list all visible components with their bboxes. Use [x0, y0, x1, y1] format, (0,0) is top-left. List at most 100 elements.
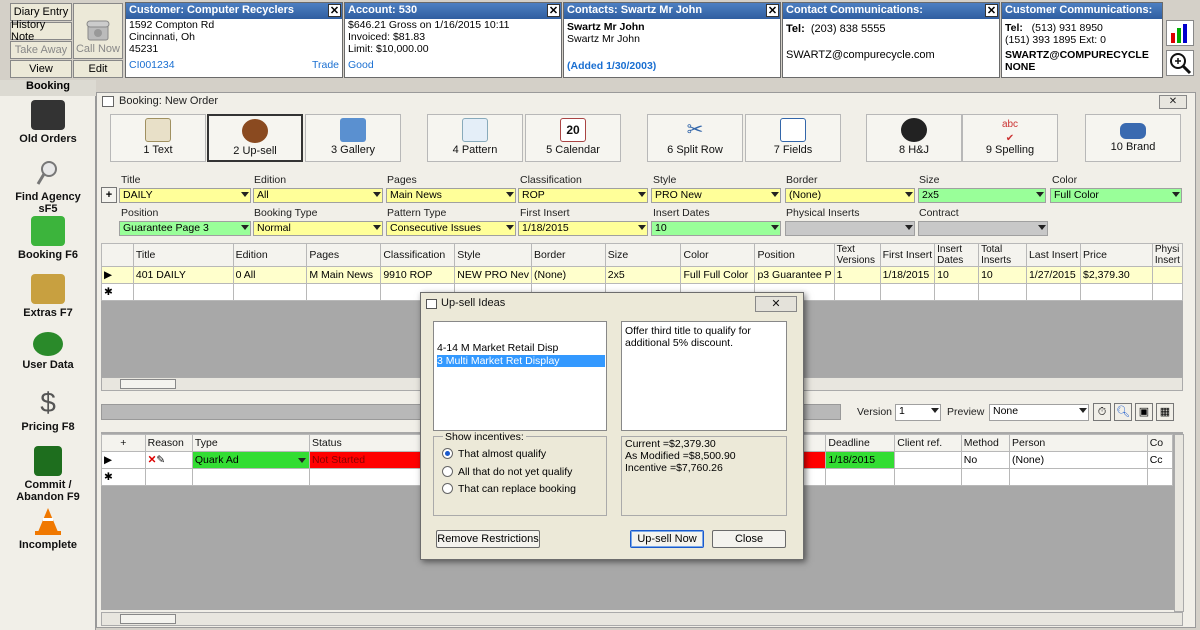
physical-inserts-select[interactable] — [785, 221, 915, 236]
table-cell[interactable]: 1/27/2015 — [1025, 266, 1082, 284]
column-header[interactable]: Reason — [144, 434, 193, 452]
preview-select[interactable]: None — [989, 404, 1089, 421]
column-header[interactable]: Type — [191, 434, 310, 452]
person-cell[interactable]: (None) — [1008, 451, 1148, 469]
toolbar-upsell-button[interactable]: 2 Up-sell — [207, 114, 303, 162]
table-cell[interactable]: Full Full Color — [680, 266, 756, 284]
toolbar-brand-button[interactable]: 10 Brand — [1085, 114, 1181, 162]
border-select[interactable]: (None) — [785, 188, 915, 203]
column-header[interactable]: Edition — [232, 243, 308, 267]
insert-dates-select[interactable]: 10 — [651, 221, 781, 236]
table-cell[interactable]: 401 DAILY — [132, 266, 234, 284]
table-cell[interactable]: p3 Guarantee P — [754, 266, 835, 284]
horizontal-scrollbar[interactable] — [101, 612, 1183, 626]
customer-id[interactable]: CI001234 — [129, 59, 175, 71]
sidebar-item-incomplete[interactable]: Incomplete — [0, 506, 96, 551]
client-ref-cell[interactable] — [894, 451, 962, 469]
first-insert-select[interactable]: 1/18/2015 — [518, 221, 648, 236]
toolbar-pattern-button[interactable]: 4 Pattern — [427, 114, 523, 162]
table-cell[interactable]: 2x5 — [604, 266, 682, 284]
table-cell[interactable]: 1/18/2015 — [879, 266, 936, 284]
zoom-icon[interactable] — [1166, 50, 1194, 76]
edit-icon[interactable]: ✎ — [156, 454, 165, 466]
view-button[interactable]: View — [10, 60, 72, 78]
method-cell[interactable]: No — [960, 451, 1010, 469]
dialog-close-icon[interactable]: ✕ — [755, 296, 797, 312]
add-production-button[interactable]: + — [101, 434, 146, 452]
contract-select[interactable] — [918, 221, 1048, 236]
column-header[interactable]: Insert Dates — [934, 243, 980, 267]
customer-email[interactable]: SWARTZ@COMPURECYCLE — [1002, 49, 1162, 61]
color-select[interactable]: Full Color — [1050, 188, 1182, 203]
table-cell[interactable] — [1151, 266, 1184, 284]
booking-type-select[interactable]: Normal — [253, 221, 383, 236]
table-cell[interactable]: 10 — [978, 266, 1027, 284]
column-header[interactable]: Classification — [380, 243, 456, 267]
close-icon[interactable]: ✕ — [985, 4, 998, 17]
scrollbar-thumb[interactable] — [120, 614, 176, 624]
deadline-cell[interactable]: 1/18/2015 — [825, 451, 896, 469]
column-header[interactable]: Title — [132, 243, 234, 267]
toolbar-calendar-button[interactable]: 20 5 Calendar — [525, 114, 621, 162]
document-icon[interactable]: ▣ — [1135, 403, 1153, 421]
close-icon[interactable]: ✕ — [328, 4, 341, 17]
table-cell[interactable]: 9910 ROP — [380, 266, 456, 284]
sidebar-item-find-agency[interactable]: Find Agency sF5 — [0, 158, 96, 215]
upsell-list[interactable] — [433, 321, 607, 431]
column-header[interactable]: Border — [531, 243, 606, 267]
style-select[interactable]: PRO New — [651, 188, 781, 203]
column-header[interactable]: Text Versions — [833, 243, 881, 267]
column-header[interactable]: Last Insert — [1025, 243, 1082, 267]
search-icon[interactable]: 🔍︎ — [1114, 403, 1132, 421]
co-cell[interactable]: Cc — [1146, 451, 1174, 469]
edition-select[interactable]: All — [253, 188, 383, 203]
column-header[interactable]: Position — [754, 243, 835, 267]
grid-icon[interactable]: ▦ — [1156, 403, 1174, 421]
sidebar-item-pricing[interactable]: $ Pricing F8 — [0, 388, 96, 434]
radio-almost-qualify[interactable]: That almost qualify — [442, 448, 546, 460]
column-header[interactable]: Person — [1008, 434, 1148, 452]
column-header[interactable]: Client ref. — [894, 434, 962, 452]
table-cell[interactable]: 1 — [833, 266, 881, 284]
sidebar-item-old-orders[interactable]: Old Orders — [0, 100, 96, 145]
column-header[interactable]: Color — [680, 243, 756, 267]
table-cell[interactable]: M Main News — [306, 266, 382, 284]
close-button[interactable]: Close — [712, 530, 786, 548]
toolbar-hj-button[interactable]: 8 H&J — [866, 114, 962, 162]
sidebar-item-commit[interactable]: Commit / Abandon F9 — [0, 446, 96, 503]
upsell-list-item[interactable]: 4-14 M Market Retail Disp — [437, 342, 605, 354]
column-header[interactable]: Deadline — [825, 434, 896, 452]
column-header[interactable]: Physi Insert — [1151, 243, 1184, 267]
upsell-list-item-selected[interactable]: 3 Multi Market Ret Display — [437, 355, 605, 367]
position-select[interactable]: Guarantee Page 3 — [119, 221, 251, 236]
table-cell[interactable]: 10 — [934, 266, 980, 284]
close-icon[interactable]: ✕ — [547, 4, 560, 17]
column-header[interactable]: Price — [1080, 243, 1153, 267]
remove-restrictions-button[interactable]: Remove Restrictions — [436, 530, 540, 548]
sidebar-item-booking[interactable]: Booking F6 — [0, 216, 96, 261]
edit-button[interactable]: Edit — [73, 60, 123, 78]
call-now-button[interactable]: Call Now — [73, 3, 123, 59]
column-header[interactable]: Size — [604, 243, 682, 267]
reason-icons[interactable]: ✕✎ — [144, 451, 193, 469]
title-select[interactable]: DAILY — [119, 188, 251, 203]
table-row[interactable]: ▶ 401 DAILY 0 All M Main News 9910 ROP N… — [101, 266, 1184, 284]
toolbar-gallery-button[interactable]: 3 Gallery — [305, 114, 401, 162]
history-note-button[interactable]: History Note — [10, 19, 72, 43]
vertical-scrollbar[interactable] — [1174, 434, 1184, 612]
column-header[interactable]: Co — [1146, 434, 1174, 452]
radio-replace-booking[interactable]: That can replace booking — [442, 483, 576, 495]
pages-select[interactable]: Main News — [386, 188, 516, 203]
add-row-button[interactable]: + — [101, 187, 117, 203]
pattern-type-select[interactable]: Consecutive Issues — [386, 221, 516, 236]
sidebar-item-user-data[interactable]: User Data — [0, 332, 96, 371]
column-header[interactable]: Style — [454, 243, 533, 267]
sidebar-item-extras[interactable]: Extras F7 — [0, 274, 96, 319]
take-away-button[interactable]: Take Away — [10, 41, 72, 59]
version-select[interactable]: 1 — [895, 404, 941, 421]
toolbar-spelling-button[interactable]: abc ✔ 9 Spelling — [962, 114, 1058, 162]
toolbar-fields-button[interactable]: 7 Fields — [745, 114, 841, 162]
window-close-button[interactable]: ✕ — [1159, 95, 1187, 109]
clock-icon[interactable]: ⏱ — [1093, 403, 1111, 421]
toolbar-split-row-button[interactable]: ✂ 6 Split Row — [647, 114, 743, 162]
